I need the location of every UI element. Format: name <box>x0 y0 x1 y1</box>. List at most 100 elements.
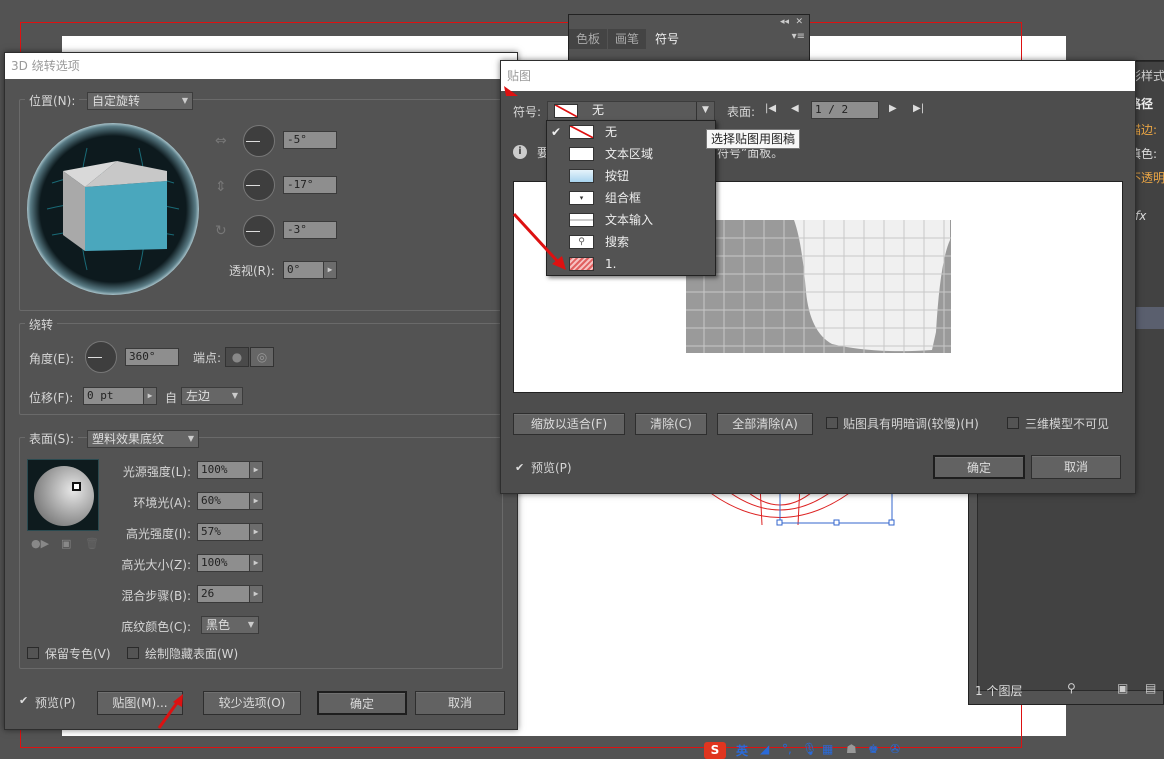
sogou-logo-icon[interactable]: S <box>704 742 726 759</box>
shade-artwork-checkbox[interactable] <box>826 417 838 429</box>
surface-select[interactable]: 塑料效果底纹 ▼ <box>87 430 199 448</box>
map-preview-label: 预览(P) <box>531 461 572 475</box>
lang-toggle[interactable]: 英 <box>736 742 748 759</box>
none-swatch <box>569 125 594 139</box>
surface-label: 表面: <box>727 105 756 119</box>
layers-count: 1 个图层 <box>975 684 1023 698</box>
panel-collapse-icon[interactable]: ◂◂ <box>780 17 789 27</box>
perspective-input[interactable]: 0° ▶ <box>283 261 337 279</box>
symbol-value: 无 <box>592 103 605 117</box>
keyboard-icon[interactable]: ▦ <box>822 742 833 756</box>
light-intensity-label: 光源强度(L): <box>122 465 191 479</box>
search-swatch: ⚲ <box>569 235 594 249</box>
highlight-intensity-input[interactable]: 57% ▶ <box>197 523 263 541</box>
user-icon[interactable]: ☗ <box>846 742 857 756</box>
map-ok-button[interactable]: 确定 <box>933 455 1025 479</box>
tab-swatches[interactable]: 色板 <box>569 29 607 49</box>
x-angle-dial[interactable] <box>243 125 275 157</box>
first-surface-icon[interactable]: |◀ <box>765 103 776 114</box>
ok-button[interactable]: 确定 <box>317 691 407 715</box>
y-angle-dial[interactable] <box>243 169 275 201</box>
symbol-select[interactable]: 无 ▼ <box>547 101 715 121</box>
revolve-label: 绕转 <box>25 316 58 333</box>
cancel-button[interactable]: 取消 <box>415 691 505 715</box>
delete-layer-icon[interactable]: ▤ <box>1145 681 1156 695</box>
menu-label: 搜索 <box>605 235 630 249</box>
text-input-swatch <box>569 213 594 227</box>
x-axis-icon: ⇔ <box>215 133 227 149</box>
prev-surface-icon[interactable]: ◀ <box>791 103 799 114</box>
lighting-sphere-preview[interactable] <box>27 459 99 531</box>
scale-to-fit-button[interactable]: 缩放以适合(F) <box>513 413 625 435</box>
delete-light-icon[interactable]: 🗑 <box>85 537 99 550</box>
shade-color-label: 底纹颜色(C): <box>121 620 191 634</box>
invisible-geometry-checkbox[interactable] <box>1007 417 1019 429</box>
position-select[interactable]: 自定旋转 ▼ <box>87 92 193 110</box>
invisible-geometry-label: 三维模型不可见 <box>1025 417 1110 431</box>
panel-menu-icon[interactable]: ▾≡ <box>792 31 805 42</box>
highlight-size-input[interactable]: 100% ▶ <box>197 554 263 572</box>
stripes-swatch <box>569 257 594 271</box>
shirt-icon[interactable]: ♚ <box>868 742 879 756</box>
shade-color-select[interactable]: 黑色 ▼ <box>201 616 259 634</box>
clear-button[interactable]: 清除(C) <box>635 413 707 435</box>
new-light-icon[interactable]: ▣ <box>61 537 71 550</box>
preview-checkbox[interactable]: ✔ <box>19 695 31 707</box>
offset-input[interactable]: 0 pt ▶ <box>83 387 157 405</box>
info-icon: i <box>513 145 527 159</box>
highlight-intensity-label: 高光强度(I): <box>126 527 191 541</box>
ambient-light-input[interactable]: 60% ▶ <box>197 492 263 510</box>
preview-label: 预览(P) <box>35 696 76 710</box>
combo-box-swatch: ▾ <box>569 191 594 205</box>
from-select[interactable]: 左边 ▼ <box>181 387 243 405</box>
mic-icon[interactable]: 🎙 <box>802 742 817 756</box>
from-label: 自 <box>165 391 178 405</box>
tab-symbols[interactable]: 符号 <box>647 29 687 49</box>
surface-input[interactable]: 1 / 2 <box>811 101 879 119</box>
track-cube-widget[interactable] <box>27 123 199 295</box>
blend-steps-input[interactable]: 26 ▶ <box>197 585 263 603</box>
light-source-handle[interactable] <box>72 482 81 491</box>
menu-item-search[interactable]: ⚲ 搜索 <box>547 231 715 253</box>
cap-on-button[interactable]: ● <box>225 347 249 367</box>
highlight-size-label: 高光大小(Z): <box>121 558 191 572</box>
y-angle-input[interactable]: -17° <box>283 176 337 194</box>
revolve-angle-dial[interactable] <box>85 341 117 373</box>
move-light-icon[interactable]: ●▶ <box>31 537 49 550</box>
tab-brushes[interactable]: 画笔 <box>608 29 646 49</box>
panel-close-icon[interactable]: ✕ <box>795 17 803 27</box>
menu-item-button[interactable]: 按钮 <box>547 165 715 187</box>
menu-item-text-input[interactable]: 文本输入 <box>547 209 715 231</box>
x-angle-input[interactable]: -5° <box>283 131 337 149</box>
map-cancel-button[interactable]: 取消 <box>1031 455 1121 479</box>
dot-icon[interactable]: °, <box>782 742 792 756</box>
draw-hidden-label: 绘制隐藏表面(W) <box>145 647 239 661</box>
menu-item-combo-box[interactable]: ▾ 组合框 <box>547 187 715 209</box>
fx-icon[interactable]: fx <box>1135 209 1146 223</box>
next-surface-icon[interactable]: ▶ <box>889 103 897 114</box>
menu-item-text-area[interactable]: 文本区域 <box>547 143 715 165</box>
punct-icon[interactable]: ◢ <box>760 742 769 756</box>
light-intensity-input[interactable]: 100% ▶ <box>197 461 263 479</box>
fewer-options-button[interactable]: 较少选项(O) <box>203 691 301 715</box>
draw-hidden-checkbox[interactable] <box>127 647 139 659</box>
last-surface-icon[interactable]: ▶| <box>913 103 924 114</box>
menu-label: 组合框 <box>605 191 642 205</box>
new-layer-icon[interactable]: ▣ <box>1117 681 1128 695</box>
text-area-swatch <box>569 147 594 161</box>
z-angle-input[interactable]: -3° <box>283 221 337 239</box>
annotation-arrow <box>157 694 183 729</box>
none-swatch-icon <box>554 104 578 118</box>
z-angle-dial[interactable] <box>243 215 275 247</box>
perspective-label: 透视(R): <box>229 264 275 278</box>
menu-item-none[interactable]: ✔ 无 <box>547 121 715 143</box>
cap-off-button[interactable]: ◎ <box>250 347 274 367</box>
revolve-angle-input[interactable]: 360° <box>125 348 179 366</box>
wrench-icon[interactable]: ✇ <box>890 742 900 756</box>
map-preview-checkbox[interactable]: ✔ <box>515 461 524 474</box>
clear-all-button[interactable]: 全部清除(A) <box>717 413 813 435</box>
preserve-spot-checkbox[interactable] <box>27 647 39 659</box>
menu-item-symbol-1[interactable]: 1. <box>547 253 715 275</box>
annotation-arrow-menu <box>512 212 566 270</box>
search-icon[interactable]: ⚲ <box>1067 681 1076 695</box>
